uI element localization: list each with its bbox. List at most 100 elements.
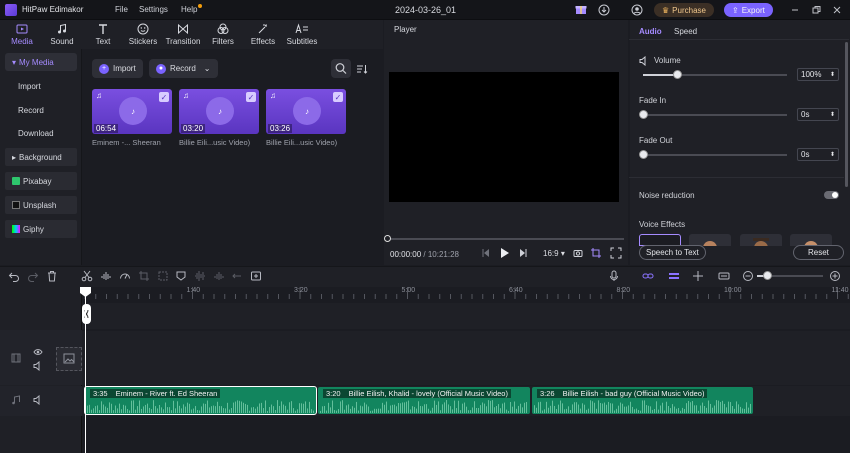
stepper-icon: ⬍ (829, 112, 835, 118)
tool-transition[interactable]: Transition (161, 20, 205, 49)
volume-value-box[interactable]: 100% ⬍ (797, 68, 839, 81)
microphone-icon[interactable] (608, 270, 620, 282)
audio-clip[interactable]: 3:26 Billie Eilish - bad guy (Official Mu… (532, 387, 753, 414)
tool-text[interactable]: Text (81, 20, 125, 49)
clip-label: 3:26 Billie Eilish - bad guy (Official Mu… (537, 389, 708, 398)
mask-icon[interactable] (175, 270, 187, 282)
link-icon[interactable] (642, 270, 654, 282)
fade-out-knob[interactable] (639, 150, 648, 159)
progress-handle[interactable] (384, 235, 391, 242)
nav-background[interactable]: ▸ Background (5, 148, 77, 166)
eye-icon[interactable] (33, 347, 43, 357)
reverse-icon[interactable] (231, 270, 243, 282)
menu-file[interactable]: File (115, 5, 128, 14)
export-button[interactable]: ⇪ Export (724, 3, 773, 17)
undo-icon[interactable] (8, 270, 20, 282)
check-icon[interactable]: ✓ (333, 92, 343, 102)
gift-icon[interactable] (575, 3, 587, 15)
tab-audio[interactable]: Audio (639, 27, 662, 36)
tool-stickers[interactable]: Stickers (121, 20, 165, 49)
add-media-placeholder[interactable] (56, 347, 82, 371)
fade-in-knob[interactable] (639, 110, 648, 119)
nav-import[interactable]: Import (5, 77, 77, 95)
noise-reduction-toggle[interactable] (824, 191, 839, 199)
play-icon[interactable] (499, 247, 510, 259)
waveform-icon[interactable] (194, 270, 206, 282)
fade-out-value-box[interactable]: 0s ⬍ (797, 148, 839, 161)
tool-subtitles[interactable]: Subtitles (280, 20, 324, 49)
fullscreen-icon[interactable] (610, 247, 622, 259)
speed-icon[interactable] (119, 270, 131, 282)
nav-unsplash[interactable]: Unsplash (5, 196, 77, 214)
panel-scrollbar[interactable] (845, 42, 848, 187)
nav-my-media[interactable]: ▾ My Media (5, 53, 77, 71)
snap-icon[interactable] (668, 270, 680, 282)
snapshot-icon[interactable] (573, 248, 583, 258)
audio-split-icon[interactable] (100, 270, 112, 282)
speaker-icon[interactable] (33, 395, 43, 405)
voice-effect-thumb[interactable] (740, 234, 782, 246)
nav-download[interactable]: Download (5, 124, 77, 142)
audio-clip[interactable]: 3:20 Billie Eilish, Khalid - lovely (Offi… (318, 387, 530, 414)
fade-in-slider[interactable] (643, 114, 787, 116)
transform-icon[interactable] (157, 270, 169, 282)
nav-giphy[interactable]: Giphy (5, 220, 77, 238)
step-forward-icon[interactable] (518, 248, 528, 258)
crop-icon[interactable] (590, 247, 602, 259)
speech-to-text-button[interactable]: Speech to Text (639, 245, 706, 260)
speaker-icon[interactable] (33, 361, 43, 371)
check-icon[interactable]: ✓ (246, 92, 256, 102)
fit-timeline-icon[interactable] (718, 270, 730, 282)
delete-icon[interactable] (46, 270, 58, 282)
step-back-icon[interactable] (481, 248, 491, 258)
tab-speed[interactable]: Speed (674, 27, 697, 36)
aspect-ratio-select[interactable]: 16:9 ▾ (543, 249, 565, 258)
volume-knob[interactable] (672, 70, 682, 79)
video-track[interactable] (82, 331, 850, 385)
import-button[interactable]: + Import (92, 59, 143, 78)
tool-sound[interactable]: Sound (40, 20, 84, 49)
nav-pixabay[interactable]: Pixabay (5, 172, 77, 190)
media-card[interactable]: ♫ ✓ ♪ 03:26 (266, 89, 346, 134)
zoom-out-icon[interactable] (742, 270, 754, 282)
fade-out-slider[interactable] (643, 154, 787, 156)
split-icon[interactable] (81, 270, 93, 282)
volume-value: 100% (801, 70, 822, 79)
menu-help[interactable]: Help (181, 5, 197, 14)
account-icon[interactable] (631, 4, 643, 16)
download-icon[interactable] (598, 4, 610, 16)
text-track[interactable] (82, 303, 850, 329)
playback-progress[interactable] (387, 238, 624, 240)
preview-screen[interactable] (389, 72, 619, 202)
media-card[interactable]: ♫ ✓ ♪ 06:54 (92, 89, 172, 134)
audio-clip[interactable]: 3:35 Eminem - River ft. Ed Sheeran (84, 386, 317, 415)
redo-icon[interactable] (27, 270, 39, 282)
tool-media[interactable]: Media (0, 20, 44, 49)
purchase-button[interactable]: ♛ Purchase (654, 3, 714, 17)
zoom-knob[interactable] (763, 271, 772, 280)
check-icon[interactable]: ✓ (159, 92, 169, 102)
fade-in-value-box[interactable]: 0s ⬍ (797, 108, 839, 121)
reset-button[interactable]: Reset (793, 245, 844, 260)
sort-icon[interactable] (356, 63, 368, 75)
nav-background-label: Background (19, 152, 62, 162)
menu-settings[interactable]: Settings (139, 5, 168, 14)
ruler-label: 3:20 (294, 287, 308, 294)
tool-effects[interactable]: Effects (241, 20, 285, 49)
nav-record[interactable]: Record (5, 101, 77, 119)
playhead[interactable] (85, 287, 86, 453)
search-button[interactable] (331, 59, 351, 78)
marker-icon[interactable] (692, 270, 704, 282)
volume-icon (639, 56, 649, 66)
freeze-frame-icon[interactable] (250, 270, 262, 282)
audio-tool-icon[interactable] (213, 270, 225, 282)
tool-filters[interactable]: Filters (201, 20, 245, 49)
close-icon[interactable] (831, 4, 843, 16)
crop-tool-icon[interactable] (138, 270, 150, 282)
volume-slider[interactable] (643, 74, 787, 76)
zoom-in-icon[interactable] (829, 270, 841, 282)
minimize-icon[interactable] (789, 4, 801, 16)
record-button[interactable]: ● Record ⌄ (149, 59, 218, 78)
media-card[interactable]: ♫ ✓ ♪ 03:20 (179, 89, 259, 134)
restore-icon[interactable] (810, 4, 822, 16)
